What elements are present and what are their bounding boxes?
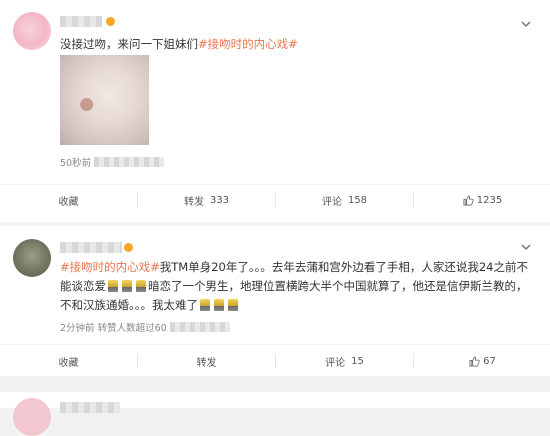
collect-button[interactable]: 收藏: [0, 185, 137, 215]
comment-label: 评论: [321, 196, 342, 208]
username-blurred[interactable]: [60, 242, 122, 253]
post-body: 暗恋了一个男生，地理位置横跨大半个中国就算了，他还是信伊斯兰教的，: [148, 279, 528, 293]
like-count: 1235: [476, 194, 503, 206]
collect-label: 收藏: [58, 196, 79, 208]
avatar[interactable]: [13, 398, 51, 436]
thumbs-up-icon: [463, 195, 474, 205]
post-body: 没接过吻，来问一下姐妹们: [60, 37, 198, 51]
post-text: 没接过吻，来问一下姐妹们#接吻时的内心戏#: [60, 35, 298, 54]
repost-label: 转发: [196, 357, 217, 369]
collect-label: 收藏: [58, 357, 79, 369]
emoji-icon: [228, 299, 238, 311]
repost-label: 转发: [183, 196, 204, 208]
post-body: 不和汉族通婚。。。我太难了: [60, 298, 198, 312]
divider: [0, 344, 550, 345]
comment-label: 评论: [325, 357, 346, 369]
vip-badge-icon: [124, 243, 133, 252]
collect-button[interactable]: 收藏: [0, 346, 137, 376]
source-blurred: [94, 157, 165, 167]
emoji-icon: [108, 280, 118, 292]
emoji-icon: [122, 280, 132, 292]
comment-count: 158: [347, 194, 368, 206]
emoji-icon: [214, 299, 224, 311]
chevron-down-icon[interactable]: [520, 18, 532, 30]
comment-button[interactable]: 评论 158: [276, 185, 413, 215]
emoji-icon: [200, 299, 210, 311]
repost-button[interactable]: 转发 333: [138, 185, 275, 215]
post-line: #接吻时的内心戏#我TM单身20年了。。。去年去蒲和宫外边看了手相，人家还说我2…: [60, 258, 530, 277]
post-time: 50秒前: [60, 158, 92, 169]
thumbs-up-icon: [469, 356, 480, 366]
comment-count: 15: [351, 355, 364, 367]
post-meta: 2分钟前 转赞人数超过60: [60, 320, 230, 334]
avatar[interactable]: [13, 12, 51, 50]
username-blurred[interactable]: [60, 16, 102, 27]
avatar[interactable]: [13, 239, 51, 277]
hashtag-link[interactable]: #接吻时的内心戏#: [60, 260, 160, 274]
post-body: 我TM单身20年了。。。去年去蒲和宫外边看了手相，人家还说我24之前不: [159, 260, 528, 274]
repost-count: 333: [209, 194, 230, 206]
vip-badge-icon: [106, 17, 115, 26]
post-text: #接吻时的内心戏#我TM单身20年了。。。去年去蒲和宫外边看了手相，人家还说我2…: [60, 258, 530, 315]
like-button[interactable]: 67: [414, 346, 550, 376]
repost-button[interactable]: 转发: [138, 346, 275, 376]
post-line: 能谈恋爱 暗恋了一个男生，地理位置横跨大半个中国就算了，他还是信伊斯兰教的，: [60, 277, 530, 296]
hashtag-link[interactable]: #接吻时的内心戏#: [198, 37, 298, 51]
post-time: 2分钟前 转赞人数超过60: [60, 323, 167, 334]
post-line: 不和汉族通婚。。。我太难了: [60, 296, 530, 315]
comment-button[interactable]: 评论 15: [276, 346, 413, 376]
post-meta: 50秒前: [60, 155, 165, 169]
chevron-down-icon[interactable]: [520, 241, 532, 253]
like-button[interactable]: 1235: [414, 185, 550, 215]
action-bar: 收藏 转发 评论 15 67: [0, 346, 550, 376]
action-bar: 收藏 转发 333 评论 158 1235: [0, 185, 550, 215]
weibo-post-card: 没接过吻，来问一下姐妹们#接吻时的内心戏# 50秒前 收藏 转发 333 评论 …: [0, 0, 550, 222]
source-blurred: [169, 322, 230, 332]
emoji-icon: [136, 280, 146, 292]
post-image[interactable]: [60, 55, 149, 145]
post-body: 能谈恋爱: [60, 279, 106, 293]
like-count: 67: [483, 355, 496, 367]
